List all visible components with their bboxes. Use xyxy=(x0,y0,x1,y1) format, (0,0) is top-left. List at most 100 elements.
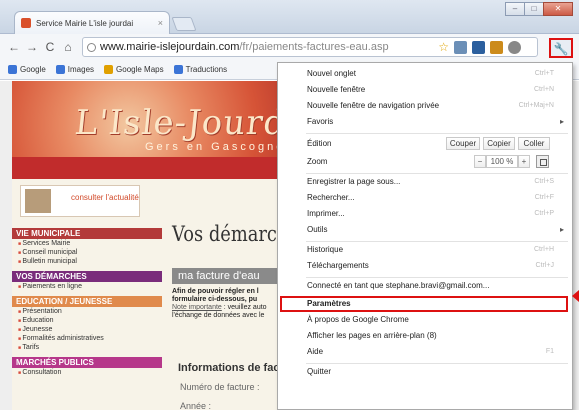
address-bar[interactable]: www.mairie-islejourdain.com /fr/paiement… xyxy=(82,37,538,57)
shortcut: Ctrl+T xyxy=(534,70,554,77)
page-info-icon xyxy=(87,42,96,52)
favicon-icon xyxy=(21,18,31,28)
menu-label: Zoom xyxy=(307,157,328,166)
intro-line: l'échange de données avec le xyxy=(172,312,265,319)
menu-background-pages[interactable]: Afficher les pages en arrière-plan (8) xyxy=(278,329,572,343)
menu-label: Aide xyxy=(307,347,324,356)
cut-button[interactable]: Couper xyxy=(446,137,480,150)
menu-heading[interactable]: Vie municipale xyxy=(12,228,162,239)
menu-item[interactable]: Conseil municipal xyxy=(12,248,162,257)
bookmark-label: Traductions xyxy=(185,65,228,74)
menu-item[interactable]: Services Mairie xyxy=(12,239,162,248)
menu-separator xyxy=(306,277,568,278)
shortcut: Ctrl+J xyxy=(535,262,554,269)
extension-icon[interactable] xyxy=(472,41,485,54)
bookmark-maps[interactable]: Google Maps xyxy=(104,65,164,74)
menu-help[interactable]: Aide F1 xyxy=(278,345,572,359)
menu-separator xyxy=(306,241,568,242)
url-host: www.mairie-islejourdain.com xyxy=(100,41,240,53)
news-image xyxy=(25,189,51,213)
important-note-link[interactable]: Note importante xyxy=(172,304,222,311)
form-section-title: Informations de fact xyxy=(178,362,284,374)
menu-print[interactable]: Imprimer... Ctrl+P xyxy=(278,207,572,221)
menu-history[interactable]: Historique Ctrl+H xyxy=(278,243,572,257)
home-button[interactable]: ⌂ xyxy=(60,39,76,55)
intro-text: Afin de pouvoir régler en l formulaire c… xyxy=(172,288,282,320)
menu-label: À propos de Google Chrome xyxy=(307,315,409,324)
browser-tab[interactable]: Service Mairie L'isle jourdai × xyxy=(14,11,170,34)
bookmark-images[interactable]: Images xyxy=(55,65,95,74)
menu-item[interactable]: Jeunesse xyxy=(12,325,162,334)
menu-heading[interactable]: Vos démarches xyxy=(12,271,162,282)
wrench-menu-icon[interactable]: 🔧 xyxy=(549,38,573,58)
menu-label: Nouvelle fenêtre de navigation privée xyxy=(307,101,440,110)
extension-icon[interactable] xyxy=(454,41,467,54)
menu-item[interactable]: Education xyxy=(12,316,162,325)
menu-downloads[interactable]: Téléchargements Ctrl+J xyxy=(278,259,572,273)
menu-zoom: Zoom − 100 % + xyxy=(278,155,572,169)
menu-tools[interactable]: Outils ▸ xyxy=(278,223,572,237)
menu-new-window[interactable]: Nouvelle fenêtre Ctrl+N xyxy=(278,83,572,97)
news-banner[interactable]: consulter l'actualité xyxy=(20,185,140,217)
shortcut: Ctrl+N xyxy=(533,86,554,93)
menu-separator xyxy=(306,363,568,364)
site-sidebar: Vie municipale Services Mairie Conseil m… xyxy=(12,223,162,377)
menu-label: Afficher les pages en arrière-plan (8) xyxy=(307,331,437,340)
tab-close-icon[interactable]: × xyxy=(158,18,163,28)
menu-favoris[interactable]: Favoris ▸ xyxy=(278,115,572,129)
menu-item[interactable]: Bulletin municipal xyxy=(12,257,162,266)
menu-heading[interactable]: Marchés publics xyxy=(12,357,162,368)
news-banner-label: consulter l'actualité xyxy=(71,193,139,202)
title-bar: Service Mairie L'isle jourdai × – □ ✕ xyxy=(0,0,579,34)
menu-item[interactable]: Paiements en ligne xyxy=(12,282,162,291)
maps-icon xyxy=(104,65,114,74)
menu-item[interactable]: Présentation xyxy=(12,307,162,316)
bookmark-label: Google xyxy=(20,65,46,74)
maximize-button[interactable]: □ xyxy=(524,2,544,16)
minimize-button[interactable]: – xyxy=(505,2,525,16)
shortcut: Ctrl+Maj+N xyxy=(518,102,554,109)
window-controls: – □ ✕ xyxy=(505,2,573,16)
header-band xyxy=(12,157,302,179)
menu-quit[interactable]: Quitter xyxy=(278,365,572,379)
extension-icon[interactable] xyxy=(490,41,503,54)
menu-save-page[interactable]: Enregistrer la page sous... Ctrl+S xyxy=(278,175,572,189)
zoom-out-button[interactable]: − xyxy=(474,155,486,168)
fullscreen-icon[interactable] xyxy=(536,155,549,168)
url-path: /fr/paiements-factures-eau.asp xyxy=(239,41,389,53)
back-button[interactable]: ← xyxy=(6,39,22,55)
menu-label: Favoris xyxy=(307,117,334,126)
menu-separator xyxy=(306,133,568,134)
menu-signed-in[interactable]: Connecté en tant que stephane.bravi@gmai… xyxy=(278,279,572,293)
menu-settings[interactable]: Paramètres xyxy=(280,296,568,312)
menu-label: Téléchargements xyxy=(307,261,369,270)
extension-icon[interactable] xyxy=(508,41,521,54)
paste-button[interactable]: Coller xyxy=(518,137,550,150)
bookmark-translate[interactable]: Traductions xyxy=(173,65,228,74)
menu-new-tab[interactable]: Nouvel onglet Ctrl+T xyxy=(278,67,572,81)
reload-button[interactable]: C xyxy=(42,39,58,55)
menu-find[interactable]: Rechercher... Ctrl+F xyxy=(278,191,572,205)
shortcut: Ctrl+F xyxy=(534,194,554,201)
intro-line: formulaire ci-dessous, pu xyxy=(172,296,258,303)
menu-label: Paramètres xyxy=(307,299,351,308)
submenu-arrow-icon: ▸ xyxy=(559,225,564,234)
menu-item[interactable]: Formalités administratives xyxy=(12,334,162,343)
menu-heading[interactable]: Education / Jeunesse xyxy=(12,296,162,307)
menu-label: Historique xyxy=(307,245,344,254)
menu-item[interactable]: Consultation xyxy=(12,368,162,377)
bookmark-label: Images xyxy=(67,65,95,74)
forward-button[interactable]: → xyxy=(24,39,40,55)
menu-label: Quitter xyxy=(307,367,332,376)
bookmark-star-icon[interactable]: ☆ xyxy=(438,40,449,54)
menu-incognito[interactable]: Nouvelle fenêtre de navigation privée Ct… xyxy=(278,99,572,113)
bookmark-google[interactable]: Google xyxy=(8,65,46,74)
shortcut: F1 xyxy=(545,348,554,355)
menu-label: Outils xyxy=(307,225,328,234)
new-tab-button[interactable] xyxy=(171,17,197,31)
copy-button[interactable]: Copier xyxy=(483,137,515,150)
menu-about[interactable]: À propos de Google Chrome xyxy=(278,313,572,327)
close-window-button[interactable]: ✕ xyxy=(543,2,573,16)
zoom-in-button[interactable]: + xyxy=(518,155,530,168)
menu-item[interactable]: Tarifs xyxy=(12,343,162,352)
